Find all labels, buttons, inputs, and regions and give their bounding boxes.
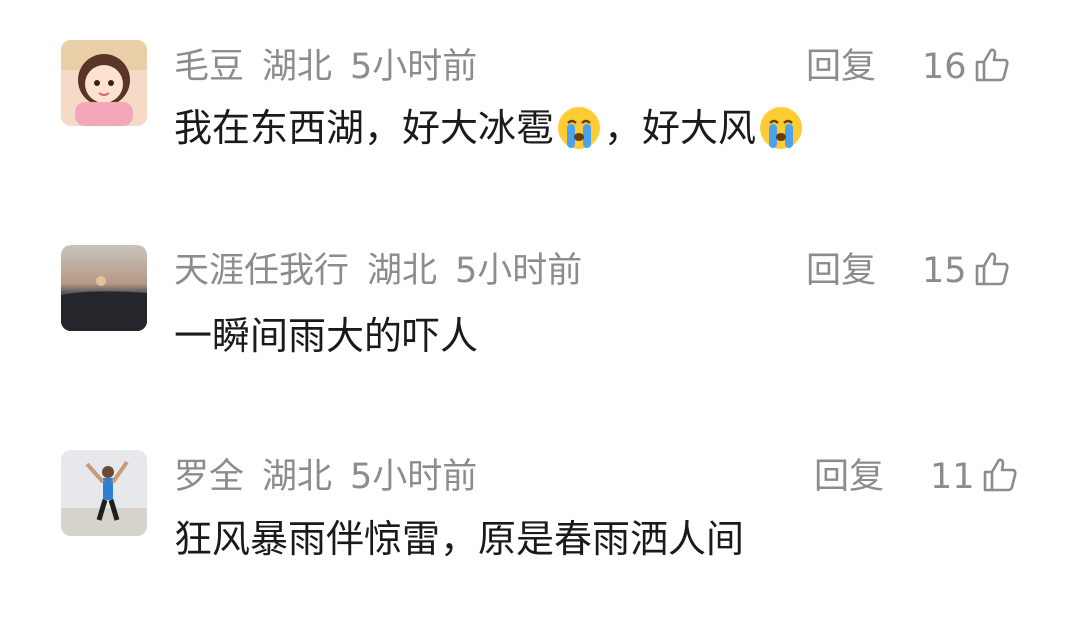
- comment-text: 狂风暴雨伴惊雷，原是春雨洒人间: [174, 517, 745, 561]
- like-count: 11: [930, 457, 975, 497]
- like-count: 16: [922, 47, 967, 87]
- username[interactable]: 毛豆: [174, 47, 244, 87]
- location: 湖北: [367, 251, 438, 291]
- location: 湖北: [262, 47, 333, 87]
- comment-meta: 天涯任我行 湖北 5小时前: [174, 249, 600, 293]
- avatar[interactable]: [61, 40, 147, 126]
- avatar[interactable]: [61, 450, 147, 536]
- comment-text-part: 我在东西湖，好大冰雹: [174, 106, 555, 150]
- thumbs-up-icon: [981, 456, 1019, 498]
- comment-text: 我在东西湖，好大冰雹 ，好大风: [174, 102, 806, 154]
- crying-face-icon: [758, 105, 804, 151]
- location: 湖北: [262, 457, 333, 497]
- thumbs-up-icon: [973, 46, 1011, 88]
- reply-button[interactable]: 回复: [806, 45, 876, 89]
- timestamp: 5小时前: [455, 251, 583, 291]
- reply-button[interactable]: 回复: [814, 455, 884, 499]
- username[interactable]: 天涯任我行: [174, 251, 349, 291]
- like-count: 15: [922, 251, 967, 291]
- comment-text-part: ，好大风: [604, 106, 757, 150]
- like-button[interactable]: 15: [922, 249, 1011, 293]
- username[interactable]: 罗全: [174, 457, 244, 497]
- reply-button[interactable]: 回复: [806, 249, 876, 293]
- like-button[interactable]: 16: [922, 45, 1011, 89]
- comment-item: 天涯任我行 湖北 5小时前 回复 15 一瞬间雨大的吓人: [0, 200, 1080, 410]
- comment-text: 一瞬间雨大的吓人: [174, 314, 479, 358]
- timestamp: 5小时前: [350, 457, 478, 497]
- thumbs-up-icon: [973, 250, 1011, 292]
- comment-meta: 罗全 湖北 5小时前: [174, 455, 495, 499]
- timestamp: 5小时前: [350, 47, 478, 87]
- avatar[interactable]: [61, 245, 147, 331]
- comment-item: 毛豆 湖北 5小时前 回复 16 我在东西湖，好大冰雹 ，好大风: [0, 0, 1080, 200]
- comment-meta: 毛豆 湖北 5小时前: [174, 45, 495, 89]
- crying-face-icon: [556, 105, 602, 151]
- comment-item: 罗全 湖北 5小时前 回复 11 狂风暴雨伴惊雷，原是春雨洒人间: [0, 410, 1080, 634]
- like-button[interactable]: 11: [930, 455, 1019, 499]
